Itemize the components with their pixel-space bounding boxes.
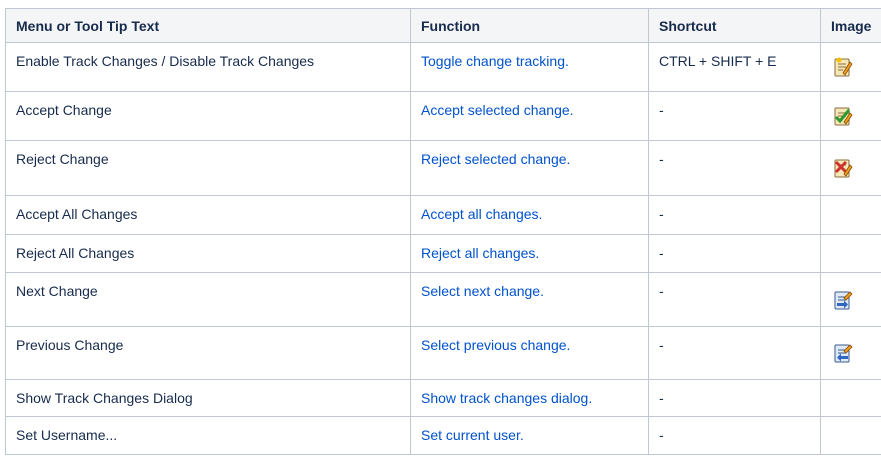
shortcut-cell: - [648,91,821,141]
table-row: Reject Change Reject selected change. - [5,140,881,196]
image-cell: - [820,379,881,417]
image-cell: - [820,234,881,273]
shortcut-cell: - [648,140,821,196]
function-link-text[interactable]: Reject selected change. [421,151,570,167]
menu-text-cell: Reject All Changes [5,234,411,273]
function-link[interactable]: Show track changes dialog. [410,379,649,417]
function-link[interactable]: Select next change. [410,272,649,327]
table-row: Previous Change Select previous change. … [5,326,881,380]
shortcut-cell: - [648,272,821,327]
menu-text-cell: Accept Change [5,91,411,141]
function-link-text[interactable]: Accept selected change. [421,102,574,118]
table-header-row: Menu or Tool Tip Text Function Shortcut … [5,8,881,43]
function-link[interactable]: Accept selected change. [410,91,649,141]
menu-text-cell: Accept All Changes [5,195,411,235]
image-cell: - [820,416,881,455]
function-link-text[interactable]: Select previous change. [421,337,570,353]
shortcut-cell: - [648,195,821,235]
function-link-text[interactable]: Set current user. [421,427,524,443]
function-link-text[interactable]: Accept all changes. [421,206,542,222]
function-link-text[interactable]: Reject all changes. [421,245,539,261]
shortcut-cell: - [648,326,821,380]
function-link-text[interactable]: Show track changes dialog. [421,390,592,406]
accept-change-icon [834,107,853,126]
image-cell [820,42,881,92]
menu-text-cell: Set Username... [5,416,411,455]
function-link[interactable]: Accept all changes. [410,195,649,235]
menu-text-cell: Reject Change [5,140,411,196]
image-cell [820,140,881,196]
function-link[interactable]: Toggle change tracking. [410,42,649,92]
function-link[interactable]: Set current user. [410,416,649,455]
reject-change-icon [834,159,853,178]
next-change-icon [834,290,853,309]
image-cell: - [820,195,881,235]
header-image: Image [820,8,881,43]
table-row: Enable Track Changes / Disable Track Cha… [5,42,881,92]
function-link[interactable]: Select previous change. [410,326,649,380]
shortcut-cell: - [648,379,821,417]
menu-text-cell: Previous Change [5,326,411,380]
header-shortcut: Shortcut [648,8,821,43]
image-cell [820,91,881,141]
table-row: Next Change Select next change. - [5,272,881,327]
image-cell [820,272,881,327]
table-row: Show Track Changes Dialog Show track cha… [5,379,881,417]
track-changes-icon [834,57,853,77]
previous-change-icon [834,344,853,363]
table-row: Reject All Changes Reject all changes. -… [5,234,881,273]
menu-text-cell: Show Track Changes Dialog [5,379,411,417]
shortcut-cell: - [648,416,821,455]
shortcut-cell: - [648,234,821,273]
function-link-text[interactable]: Select next change. [421,283,544,299]
table-row: Accept All Changes Accept all changes. -… [5,195,881,235]
header-function: Function [410,8,649,43]
image-cell [820,326,881,380]
table-row: Set Username... Set current user. - - [5,416,881,455]
function-link[interactable]: Reject all changes. [410,234,649,273]
header-menu-text: Menu or Tool Tip Text [5,8,411,43]
track-changes-table: Menu or Tool Tip Text Function Shortcut … [5,8,881,455]
function-link-text[interactable]: Toggle change tracking. [421,53,569,69]
table-row: Accept Change Accept selected change. - [5,91,881,141]
menu-text-cell: Next Change [5,272,411,327]
shortcut-cell: CTRL + SHIFT + E [648,42,821,92]
menu-text-cell: Enable Track Changes / Disable Track Cha… [5,42,411,92]
function-link[interactable]: Reject selected change. [410,140,649,196]
